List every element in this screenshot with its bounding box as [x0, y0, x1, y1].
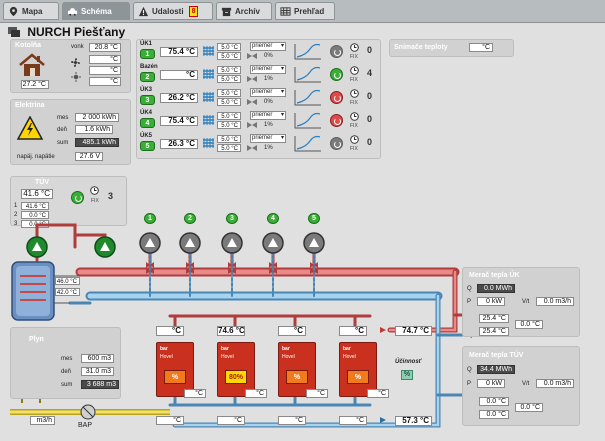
boiler-modulation: 80%: [225, 370, 247, 384]
merac-tuv-vh-label: V/t: [522, 381, 530, 387]
pump-number-badge: 2: [184, 213, 196, 224]
boiler-modulation: %: [347, 370, 369, 384]
merac-tuv-title: Merač tepla TÚV: [469, 352, 524, 359]
ucinnost-label: Účinnosť: [395, 359, 422, 365]
boiler-bottom-temp: °C: [217, 416, 245, 425]
plyn-mes-label: mes: [61, 356, 73, 362]
merac-tuv-tout: 0.0 °C: [479, 410, 509, 419]
merac-uk-q-label: Q: [467, 286, 472, 292]
merac-tuv-dt: 0.0 °C: [515, 403, 543, 412]
boiler-outlet-temp: °C: [184, 389, 206, 398]
pump-number-badge: 3: [226, 213, 238, 224]
merac-uk-vh-value: 0.0 m3/h: [536, 297, 574, 306]
tank-top-temp: 46.0 °C: [55, 277, 80, 285]
boiler-model: Hovel: [160, 354, 173, 360]
plyn-den-label: deň: [61, 369, 72, 375]
bap-valve: [80, 404, 96, 420]
boiler-model: Hovel: [343, 354, 356, 360]
merac-tuv-panel: Merač tepla TÚV Q 34.4 MWh P 0 kW V/t 0.…: [462, 346, 580, 426]
bap-label: BAP: [78, 422, 93, 429]
boiler-bottom-temp: °C: [156, 416, 184, 425]
plyn-mes-value: 600 m3: [81, 354, 114, 363]
boiler-outlet-temp: °C: [245, 389, 267, 398]
merac-tuv-q-value: 34.4 MWh: [477, 365, 515, 374]
boiler-top-temp: 74.6 °C: [217, 326, 245, 336]
merac-uk-title: Merač tepla ÚK: [469, 272, 520, 279]
boiler-outlet-temp: °C: [367, 389, 389, 398]
boiler-modulation: %: [286, 370, 308, 384]
boiler-brand: bar: [282, 346, 290, 352]
plyn-title: Plyn: [29, 336, 44, 343]
merac-uk-vh-label: V/t: [522, 299, 530, 305]
tank-bottom-temp: 42.0 °C: [55, 288, 80, 296]
boiler-brand: bar: [221, 346, 229, 352]
plyn-panel: Plyn mes 600 m3 deň 31.0 m3 sum 3 688 m3: [10, 327, 121, 399]
tuv-pumps: [26, 236, 116, 258]
merac-tuv-p-label: P: [467, 381, 472, 387]
pump-number-badge: 5: [308, 213, 320, 224]
boiler-bottom-temp: °C: [339, 416, 367, 425]
boiler-brand: bar: [160, 346, 168, 352]
gas-flow-meter: m3/h: [30, 416, 55, 425]
merac-tuv-vh-value: 0.0 m3/h: [536, 379, 574, 388]
boiler-top-temp: °C: [339, 326, 367, 336]
boiler-top-temp: °C: [156, 326, 184, 336]
main-supply-temp: 74.7 °C: [395, 326, 432, 336]
circuit-pumps: [139, 232, 325, 254]
boiler-modulation: %: [164, 370, 186, 384]
merac-tuv-tin: 0.0 °C: [479, 397, 509, 406]
plyn-sum-label: sum: [61, 382, 73, 388]
main-return-temp: 57.3 °C: [395, 416, 432, 426]
pump-number-badge: 4: [267, 213, 279, 224]
plyn-den-value: 31.0 m3: [81, 367, 114, 376]
boiler-brand: bar: [343, 346, 351, 352]
merac-uk-dt: 0.0 °C: [515, 320, 543, 329]
boiler-bottom-temp: °C: [278, 416, 306, 425]
merac-uk-tin: 25.4 °C: [479, 314, 509, 323]
plyn-sum-value: 3 688 m3: [81, 380, 119, 389]
merac-uk-q-value: 0.0 MWh: [477, 284, 515, 293]
ucinnost-value: %: [401, 370, 413, 380]
boiler-outlet-temp: °C: [306, 389, 328, 398]
boiler-model: Hovel: [221, 354, 234, 360]
merac-tuv-q-label: Q: [467, 367, 472, 373]
merac-uk-p-label: P: [467, 299, 472, 305]
boiler-model: Hovel: [282, 354, 295, 360]
merac-uk-p-value: 0 kW: [477, 297, 505, 306]
merac-tuv-p-value: 0 kW: [477, 379, 505, 388]
boiler-top-temp: °C: [278, 326, 306, 336]
merac-uk-panel: Merač tepla ÚK Q 0.0 MWh P 0 kW V/t 0.0 …: [462, 267, 580, 337]
merac-uk-tout: 25.4 °C: [479, 327, 509, 336]
pump-number-badge: 1: [144, 213, 156, 224]
